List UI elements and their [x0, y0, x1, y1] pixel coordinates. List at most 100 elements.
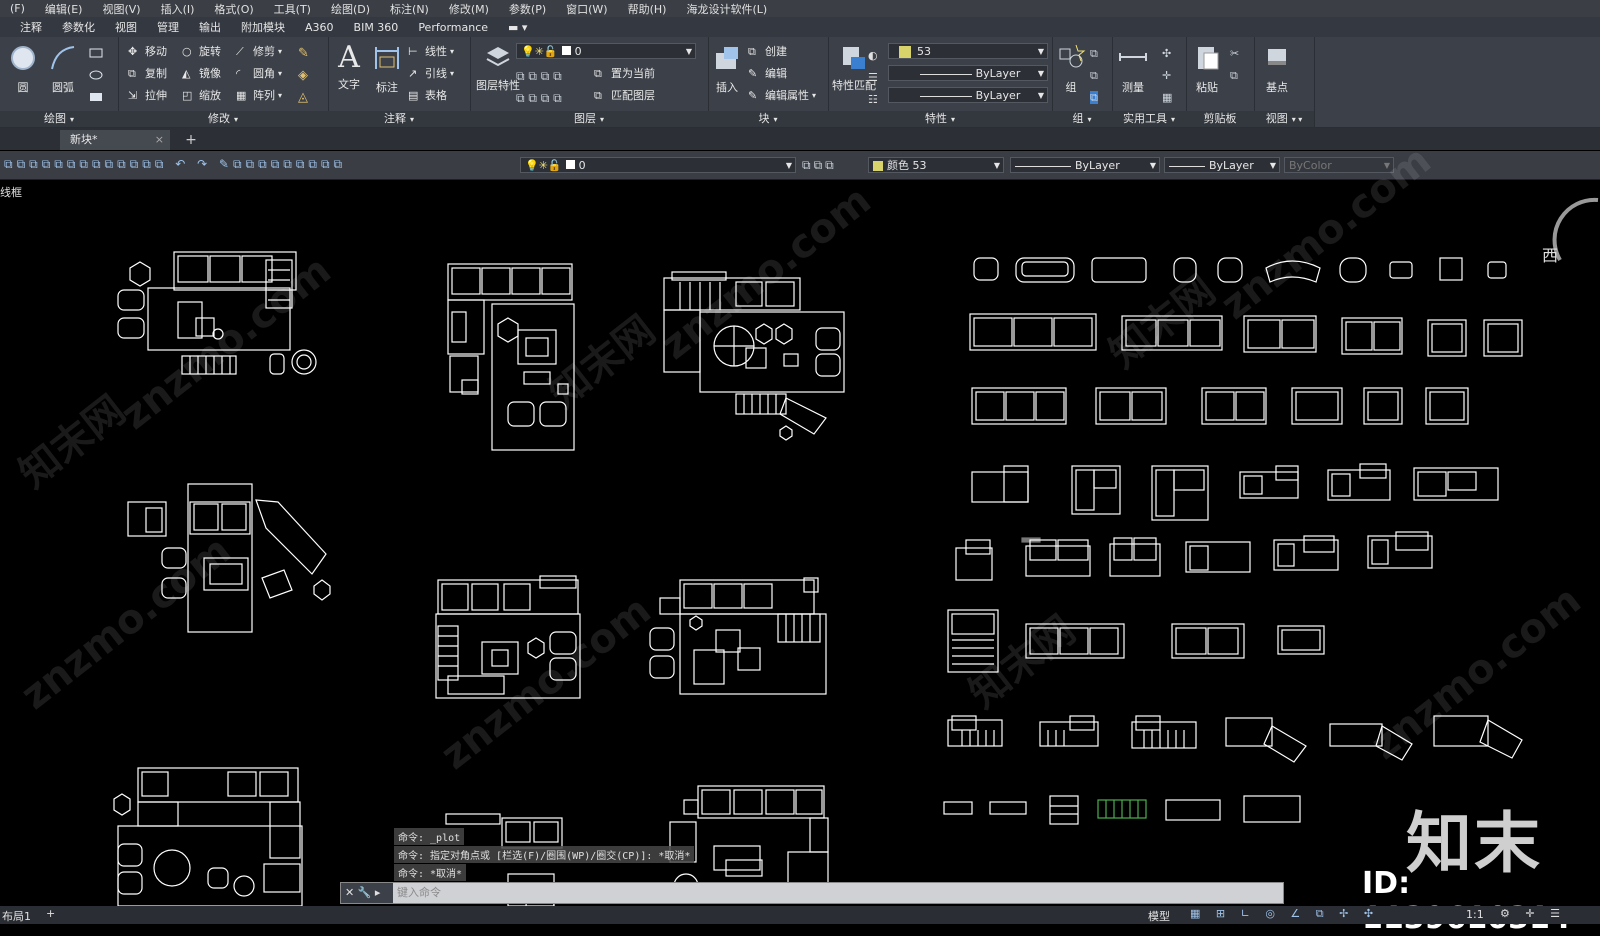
menu-view[interactable]: 视图(V) — [92, 1, 150, 17]
scale-button[interactable]: ◰ 缩放 — [182, 87, 221, 103]
sofa-catalog-row-8 — [943, 795, 1301, 825]
rotate-button[interactable]: ○ 旋转 — [182, 43, 221, 59]
toolbar-layer-icons[interactable]: ⧉⧉⧉ — [802, 158, 860, 172]
add-layout-icon[interactable]: + — [46, 907, 55, 920]
ribbon-toggle-icon[interactable]: ▬ ▾ — [498, 21, 537, 34]
panel-groups-title[interactable]: 组 ▾ — [1052, 111, 1112, 127]
leader-button[interactable]: ↗ 引线 ▾ — [408, 65, 454, 81]
panel-draw-title[interactable]: 绘图 ▾ — [0, 111, 118, 127]
status-tool-icons[interactable]: ▦ ⊞ ∟ ◎ ∠ ⧉ ✢ ✣ — [1190, 907, 1379, 921]
toolbar-layer-dropdown[interactable]: 💡✳🔓 0 ▼ — [520, 157, 796, 173]
menu-insert[interactable]: 插入(I) — [151, 1, 205, 17]
toolbar-icon-strip[interactable]: ⧉⧉⧉⧉⧉⧉⧉⧉⧉⧉⧉⧉⧉ ↶ ↷ ✎⧉⧉⧉⧉⧉⧉⧉⧉⧉ — [4, 157, 354, 173]
menu-modify[interactable]: 修改(M) — [439, 1, 499, 17]
base-point-button[interactable]: 基点 — [1262, 43, 1292, 95]
drawing-canvas[interactable]: 知末网 znzmo.com znzmo.com 知末网 znzmo.com zn… — [0, 137, 1600, 906]
command-input[interactable]: 键入命令 — [397, 883, 441, 903]
tab-output[interactable]: 输出 — [189, 19, 231, 35]
fillet-button[interactable]: ◜ 圆角 ▾ — [236, 65, 282, 81]
doc-tab-new-block[interactable]: 新块* × — [60, 130, 170, 150]
close-tab-icon[interactable]: × — [155, 130, 164, 150]
paste-button[interactable]: 粘贴 — [1192, 43, 1222, 95]
tab-performance[interactable]: Performance — [408, 21, 498, 34]
menu-draw[interactable]: 绘图(D) — [321, 1, 380, 17]
layout-tab[interactable]: 布局1 — [2, 908, 31, 924]
panel-modify-title[interactable]: 修改 ▾ — [118, 111, 328, 127]
panel-view-title[interactable]: 视图 ▾ ▾ — [1254, 111, 1314, 127]
command-line[interactable]: ✕ 🔧 ▸ 键入命令 — [340, 882, 1284, 904]
match-layer-icon: ⧉ — [594, 89, 602, 102]
layer-tool-icons[interactable]: ⧉ ⧉ ⧉ ⧉ ⧉ ⧉ ⧉ ⧉ — [516, 65, 596, 105]
tab-manage[interactable]: 管理 — [147, 19, 189, 35]
utilities-tool-icons[interactable]: ✣ ✛ ▦ — [1162, 43, 1180, 104]
tab-annotate[interactable]: 注释 — [10, 19, 52, 35]
menu-window[interactable]: 窗口(W) — [556, 1, 617, 17]
panel-annotation-title[interactable]: 注释 ▾ — [328, 111, 470, 127]
trim-button[interactable]: ⟋ 修剪 ▾ — [236, 43, 282, 59]
tab-bim360[interactable]: BIM 360 — [344, 21, 409, 34]
linear-button[interactable]: ⊢ 线性 ▾ — [408, 43, 454, 59]
toolbar-lineweight-dropdown[interactable]: ByLayer ▼ — [1164, 157, 1280, 173]
menu-format[interactable]: 格式(O) — [204, 1, 263, 17]
add-tab-button[interactable]: + — [180, 131, 202, 149]
toolbar-plotstyle-dropdown[interactable]: ByColor ▼ — [1284, 157, 1394, 173]
mirror-button[interactable]: ◭ 镜像 — [182, 65, 221, 81]
panel-clipboard-title[interactable]: 剪贴板 — [1186, 111, 1254, 127]
panel-block-title[interactable]: 块 ▾ — [708, 111, 828, 127]
dimension-button[interactable]: 标注 — [372, 43, 402, 95]
command-line-buttons[interactable]: ✕ 🔧 ▸ — [341, 883, 393, 903]
layer-properties-button[interactable]: 图层特性 — [476, 43, 520, 92]
insert-block-button[interactable]: 插入 — [712, 43, 742, 95]
toolbar-color-dropdown[interactable]: 颜色 53 ▼ — [868, 157, 1004, 173]
wrench-icon[interactable]: 🔧 — [358, 886, 372, 899]
model-space-button[interactable]: 模型 — [1148, 908, 1170, 924]
panel-utilities-title[interactable]: 实用工具 ▾ — [1112, 111, 1186, 127]
panel-layers: 图层特性 💡✳🔓 0 ▼ ⧉ ⧉ ⧉ ⧉ ⧉ ⧉ ⧉ ⧉ ⧉ 置为当前 ⧉ 匹配图层 图层… — [470, 37, 709, 127]
viewcube-west-label[interactable]: 西 — [1542, 242, 1558, 266]
menu-tools[interactable]: 工具(T) — [264, 1, 321, 17]
measure-button[interactable]: 测量 — [1118, 43, 1148, 95]
menu-parametric[interactable]: 参数(P) — [499, 1, 556, 17]
furniture-layout-3 — [663, 271, 845, 441]
set-current-button[interactable]: ⧉ 置为当前 — [594, 65, 655, 81]
color-dropdown[interactable]: 53 ▼ — [888, 43, 1048, 59]
tab-parametric[interactable]: 参数化 — [52, 19, 105, 35]
draw-more-icons[interactable] — [88, 45, 108, 105]
menu-dimension[interactable]: 标注(N) — [380, 1, 439, 17]
viewport-style-label[interactable]: 线框 — [0, 184, 22, 200]
tab-addins[interactable]: 附加模块 — [231, 19, 295, 35]
group-tool-icons[interactable]: ⧉ ⧉ ⧉ — [1090, 43, 1108, 104]
prompt-icon[interactable]: ▸ — [375, 886, 381, 899]
match-layer-button[interactable]: ⧉ 匹配图层 — [594, 87, 655, 103]
stretch-button[interactable]: ⇲ 拉伸 — [128, 87, 167, 103]
copy-button[interactable]: ⧉ 复制 — [128, 65, 167, 81]
tab-view[interactable]: 视图 — [105, 19, 147, 35]
text-button[interactable]: A 文字 — [334, 43, 364, 92]
menu-help[interactable]: 帮助(H) — [618, 1, 677, 17]
panel-properties-title[interactable]: 特性 ▾ — [828, 111, 1052, 127]
clipboard-tool-icons[interactable]: ✂ ⧉ — [1230, 43, 1248, 103]
panel-layers-title[interactable]: 图层 ▾ — [470, 111, 708, 127]
sun-icon: ✳ — [538, 159, 548, 172]
modify-extra-icons[interactable]: ✎ ◈ ◬ — [298, 43, 318, 105]
arc-button[interactable]: 圆弧 — [48, 43, 78, 95]
toolbar-linetype-dropdown[interactable]: ByLayer ▼ — [1010, 157, 1160, 173]
menu-edit[interactable]: 编辑(E) — [35, 1, 93, 17]
array-button[interactable]: ▦ 阵列 ▾ — [236, 87, 282, 103]
group-button[interactable]: 组 — [1056, 43, 1086, 95]
status-settings-icons[interactable]: ⚙ ✛ ☰ — [1500, 907, 1566, 920]
annotation-scale[interactable]: 1:1 — [1466, 908, 1484, 921]
close-icon[interactable]: ✕ — [345, 886, 354, 899]
menu-hailong[interactable]: 海龙设计软件(L) — [676, 1, 777, 17]
circle-button[interactable]: 圆 — [8, 43, 38, 95]
move-button[interactable]: ✥ 移动 — [128, 43, 167, 59]
tab-a360[interactable]: A360 — [295, 21, 344, 34]
linetype-dropdown[interactable]: ByLayer ▼ — [888, 65, 1048, 81]
lineweight-dropdown[interactable]: ByLayer ▼ — [888, 87, 1048, 103]
edit-attributes-button[interactable]: ✎ 编辑属性 ▾ — [748, 87, 816, 103]
layer-dropdown[interactable]: 💡✳🔓 0 ▼ — [516, 43, 696, 59]
menu-file[interactable]: (F) — [0, 2, 35, 15]
edit-block-button[interactable]: ✎ 编辑 — [748, 65, 787, 81]
create-block-button[interactable]: ⧉ 创建 — [748, 43, 787, 59]
table-button[interactable]: ▤ 表格 — [408, 87, 447, 103]
